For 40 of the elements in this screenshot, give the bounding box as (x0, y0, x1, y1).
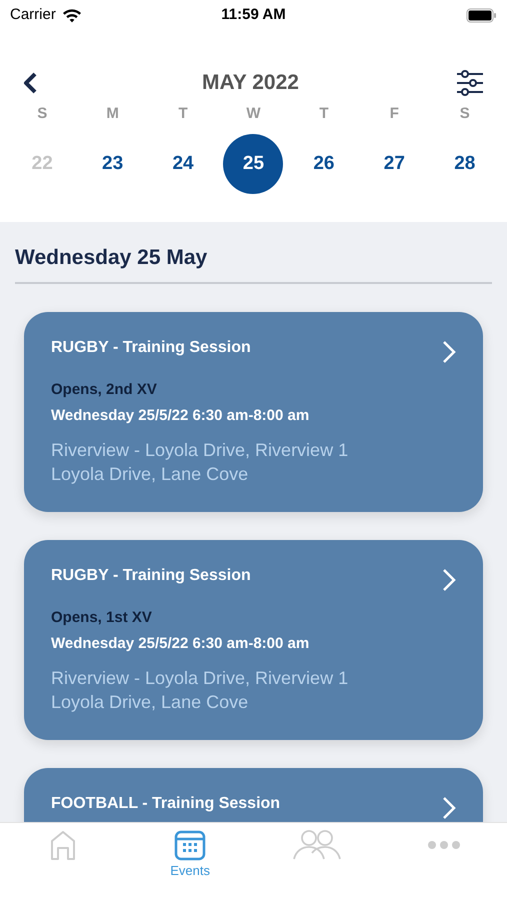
weekday-label: S (37, 104, 48, 124)
month-title: MAY 2022 (202, 70, 299, 96)
weekday-label: S (460, 104, 470, 124)
event-card[interactable]: RUGBY - Training Session Opens, 1st XV Wednesday 25/5/22 6:30 am-8:00 am Riverview - Loyola Drive, Riverview 1 Loyola Drive, Lane Cove (24, 540, 483, 740)
date-button[interactable]: 25 (223, 134, 284, 194)
event-title: FOOTBALL - Training Session (51, 794, 282, 814)
calendar-icon (174, 829, 206, 861)
section-title: Wednesday 25 May (15, 245, 208, 271)
filter-icon (454, 69, 485, 97)
date-button[interactable]: 26 (294, 134, 354, 194)
chevron-left-icon (22, 71, 38, 95)
event-time: Wednesday 25/5/22 6:30 am-8:00 am (51, 406, 310, 426)
date-button[interactable]: 28 (434, 134, 495, 194)
event-location: Riverview - Loyola Drive, Riverview 1 Loyola Drive, Lane Cove (51, 667, 350, 714)
chevron-right-icon (442, 796, 456, 820)
chevron-right-icon (442, 568, 456, 592)
date-button[interactable]: 23 (82, 134, 143, 194)
chevron-right-icon (442, 340, 456, 364)
event-team: Opens, 1st XV (51, 608, 153, 628)
weekday-label: F (390, 104, 399, 124)
weekday-label: M (106, 104, 119, 124)
event-card[interactable]: RUGBY - Training Session Opens, 2nd XV Wednesday 25/5/22 6:30 am-8:00 am Riverview - Loyola Drive, Riverview 1 Loyola Drive, Lane Cove (24, 312, 483, 512)
people-icon (292, 829, 342, 861)
event-title: RUGBY - Training Session (51, 566, 252, 586)
weekday-label: W (246, 104, 261, 124)
carrier-name: Carrier (10, 4, 56, 25)
event-location: Riverview - Loyola Drive, Riverview 1 Loyola Drive, Lane Cove (51, 439, 350, 486)
event-card[interactable]: FOOTBALL - Training Session (24, 768, 483, 822)
wifi-icon (62, 8, 82, 22)
weekday-label: T (319, 104, 328, 124)
event-time: Wednesday 25/5/22 6:30 am-8:00 am (51, 634, 310, 654)
status-time: 11:59 AM (221, 4, 286, 25)
home-icon (49, 829, 78, 861)
date-button[interactable]: 24 (153, 134, 214, 194)
event-team: Opens, 2nd XV (51, 380, 158, 400)
date-button[interactable]: 27 (364, 134, 424, 194)
more-icon (428, 841, 460, 849)
battery-icon (466, 8, 497, 22)
event-title: RUGBY - Training Session (51, 338, 252, 358)
weekday-label: T (178, 104, 188, 124)
